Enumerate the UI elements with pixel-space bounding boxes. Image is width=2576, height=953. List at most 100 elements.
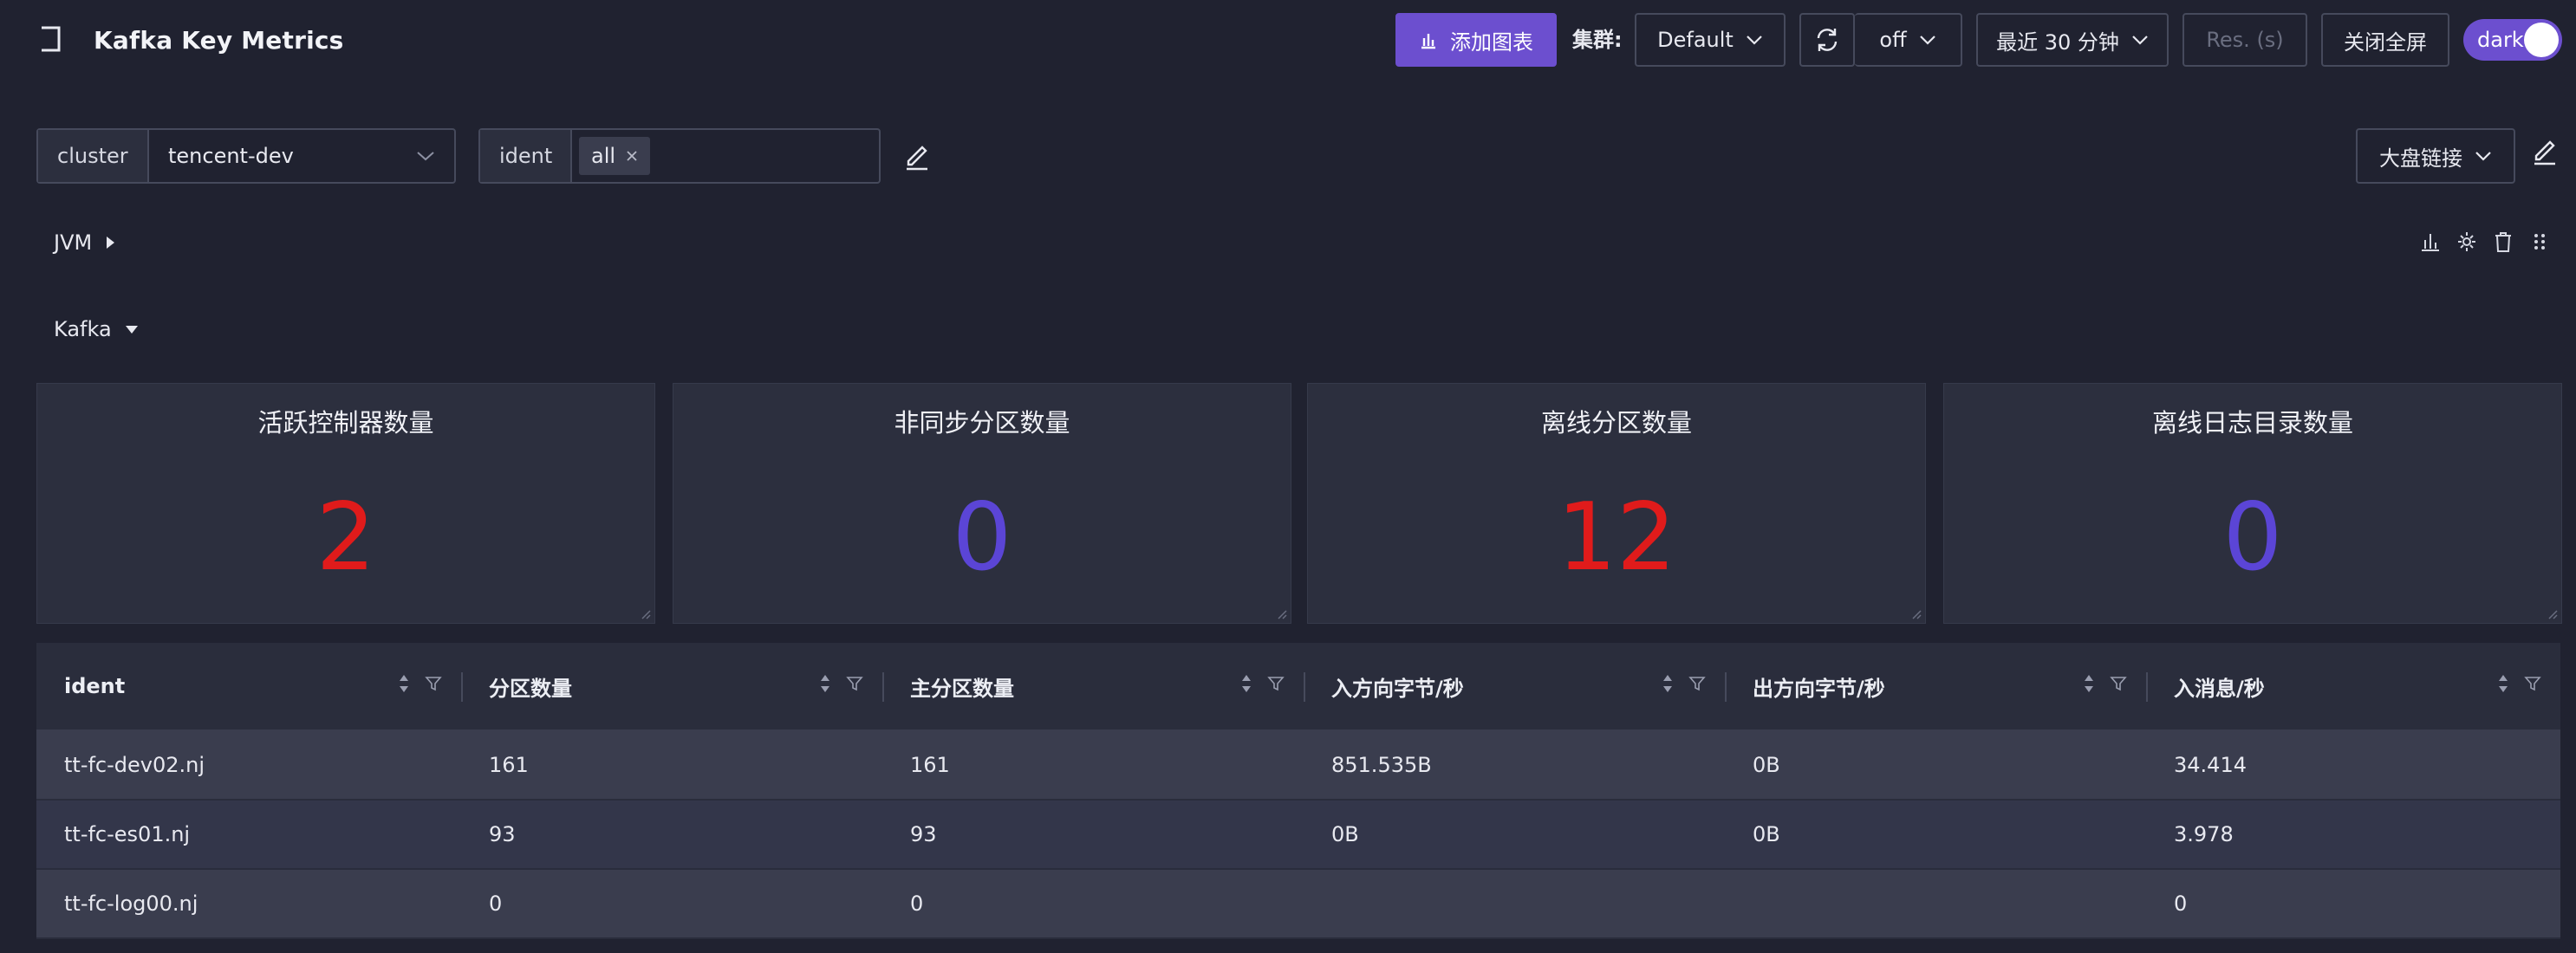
table-cell: 0B bbox=[1753, 822, 1780, 846]
column-header[interactable]: 主分区数量 bbox=[882, 643, 1304, 729]
cluster-variable-select[interactable]: tencent-dev bbox=[149, 130, 454, 182]
resize-handle-icon[interactable] bbox=[641, 609, 651, 619]
edit-links-icon[interactable] bbox=[2529, 135, 2560, 166]
column-header-label: 分区数量 bbox=[489, 676, 572, 701]
chevron-down-icon bbox=[417, 152, 434, 161]
table-row[interactable]: tt-fc-dev02.nj 161 161 851.535B 0B 34.414 bbox=[36, 731, 2560, 801]
table-cell: 34.414 bbox=[2174, 753, 2247, 777]
table-cell: 851.535B bbox=[1331, 753, 1432, 777]
cluster-variable: cluster tencent-dev bbox=[36, 128, 456, 184]
stat-value: 2 bbox=[315, 483, 376, 592]
filter-icon[interactable] bbox=[1688, 675, 1706, 692]
gear-icon[interactable] bbox=[2456, 230, 2477, 253]
sort-icon[interactable] bbox=[818, 672, 832, 695]
stat-value: 0 bbox=[952, 483, 1012, 592]
theme-toggle[interactable]: dark bbox=[2463, 19, 2562, 61]
add-chart-label: 添加图表 bbox=[1450, 29, 1533, 55]
metrics-table: ident 分区数量 主分区数量 入方向字节/秒 出方向字节/秒 入消息/秒 tt-fc-… bbox=[36, 643, 2560, 939]
column-header-actions bbox=[818, 672, 863, 695]
table-body: tt-fc-dev02.nj 161 161 851.535B 0B 34.414 tt-f… bbox=[36, 731, 2560, 939]
ident-variable-label: ident bbox=[480, 130, 572, 182]
stat-panel-offline-partitions: 离线分区数量 12 bbox=[1307, 383, 1926, 624]
table-cell: tt-fc-log00.nj bbox=[64, 891, 198, 916]
table-cell: 93 bbox=[489, 822, 516, 846]
resize-handle-icon[interactable] bbox=[1911, 609, 1922, 619]
stat-panel-out-of-sync-partitions: 非同步分区数量 0 bbox=[673, 383, 1291, 624]
ident-tag: all bbox=[579, 137, 651, 175]
add-chart-button[interactable]: 添加图表 bbox=[1395, 13, 1557, 67]
resolution-input[interactable]: Res. (s) bbox=[2182, 13, 2307, 67]
resize-handle-icon[interactable] bbox=[2547, 609, 2558, 619]
dashboard-links-label: 大盘链接 bbox=[2379, 146, 2462, 171]
filter-icon[interactable] bbox=[1267, 675, 1285, 692]
caret-down-icon bbox=[125, 326, 138, 334]
column-header[interactable]: 分区数量 bbox=[461, 643, 882, 729]
chevron-down-icon bbox=[1919, 36, 1935, 45]
sort-icon[interactable] bbox=[2496, 672, 2510, 695]
close-icon[interactable] bbox=[626, 150, 638, 162]
auto-refresh-value: off bbox=[1879, 28, 1907, 52]
cluster-select-value: Default bbox=[1657, 28, 1734, 52]
chevron-down-icon bbox=[2475, 152, 2491, 161]
add-panel-icon[interactable] bbox=[2420, 230, 2441, 253]
table-cell: 0 bbox=[489, 891, 503, 916]
table-cell: 161 bbox=[489, 753, 529, 777]
sort-icon[interactable] bbox=[2082, 672, 2096, 695]
dashboard-links-select[interactable]: 大盘链接 bbox=[2356, 128, 2515, 184]
bar-chart-icon bbox=[1421, 34, 1435, 49]
column-divider bbox=[2146, 672, 2148, 702]
filter-icon[interactable] bbox=[425, 675, 442, 692]
filter-icon[interactable] bbox=[2110, 675, 2127, 692]
stat-panel-active-controllers: 活跃控制器数量 2 bbox=[36, 383, 655, 624]
stat-title: 离线分区数量 bbox=[1540, 408, 1692, 438]
table-cell: 161 bbox=[910, 753, 950, 777]
cluster-selector-label: 集群: bbox=[1572, 28, 1623, 52]
group-kafka-toggle[interactable]: Kafka bbox=[54, 317, 140, 341]
cluster-select[interactable]: Default bbox=[1635, 13, 1786, 67]
refresh-icon bbox=[1817, 29, 1838, 51]
group-kafka-title: Kafka bbox=[54, 317, 112, 341]
column-header-label: 入消息/秒 bbox=[2174, 676, 2265, 701]
group-jvm-toggle[interactable]: JVM bbox=[54, 230, 116, 255]
table-cell: 93 bbox=[910, 822, 937, 846]
column-header-actions bbox=[1661, 672, 1706, 695]
auto-refresh-select[interactable]: off bbox=[1855, 13, 1962, 67]
column-header-actions bbox=[397, 672, 442, 695]
sort-icon[interactable] bbox=[1661, 672, 1675, 695]
stat-panel-offline-log-dirs: 离线日志目录数量 0 bbox=[1943, 383, 2562, 624]
exit-fullscreen-button[interactable]: 关闭全屏 bbox=[2321, 13, 2449, 67]
stat-title: 非同步分区数量 bbox=[894, 408, 1070, 438]
chevron-down-icon bbox=[1747, 36, 1762, 45]
column-header-label: 主分区数量 bbox=[910, 676, 1014, 701]
refresh-button[interactable] bbox=[1799, 13, 1855, 67]
stat-value: 0 bbox=[2222, 483, 2283, 592]
group-jvm-title: JVM bbox=[54, 230, 93, 255]
edit-variables-icon[interactable] bbox=[901, 140, 933, 172]
column-header[interactable]: 入方向字节/秒 bbox=[1304, 643, 1725, 729]
table-cell: 3.978 bbox=[2174, 822, 2234, 846]
resize-handle-icon[interactable] bbox=[1277, 609, 1287, 619]
column-header-actions bbox=[2496, 672, 2541, 695]
column-header[interactable]: 入消息/秒 bbox=[2146, 643, 2560, 729]
table-cell: 0 bbox=[910, 891, 924, 916]
time-range-select[interactable]: 最近 30 分钟 bbox=[1976, 13, 2169, 67]
table-cell bbox=[1304, 870, 1725, 937]
column-divider bbox=[1725, 672, 1727, 702]
drag-handle-icon[interactable] bbox=[2529, 230, 2550, 253]
stat-value: 12 bbox=[1557, 483, 1676, 592]
filter-icon[interactable] bbox=[846, 675, 863, 692]
ident-variable-select[interactable]: all bbox=[572, 130, 879, 182]
column-header-label: 出方向字节/秒 bbox=[1753, 676, 1885, 701]
filter-icon[interactable] bbox=[2524, 675, 2541, 692]
table-row[interactable]: tt-fc-es01.nj 93 93 0B 0B 3.978 bbox=[36, 801, 2560, 870]
sort-icon[interactable] bbox=[397, 672, 411, 695]
table-cell: 0B bbox=[1753, 753, 1780, 777]
column-header-actions bbox=[1239, 672, 1285, 695]
sort-icon[interactable] bbox=[1239, 672, 1253, 695]
table-row[interactable]: tt-fc-log00.nj 0 0 0 bbox=[36, 870, 2560, 939]
back-icon[interactable] bbox=[35, 24, 64, 54]
column-header[interactable]: 出方向字节/秒 bbox=[1725, 643, 2146, 729]
trash-icon[interactable] bbox=[2493, 230, 2514, 253]
chevron-down-icon bbox=[2132, 36, 2148, 45]
column-header[interactable]: ident bbox=[36, 643, 461, 729]
